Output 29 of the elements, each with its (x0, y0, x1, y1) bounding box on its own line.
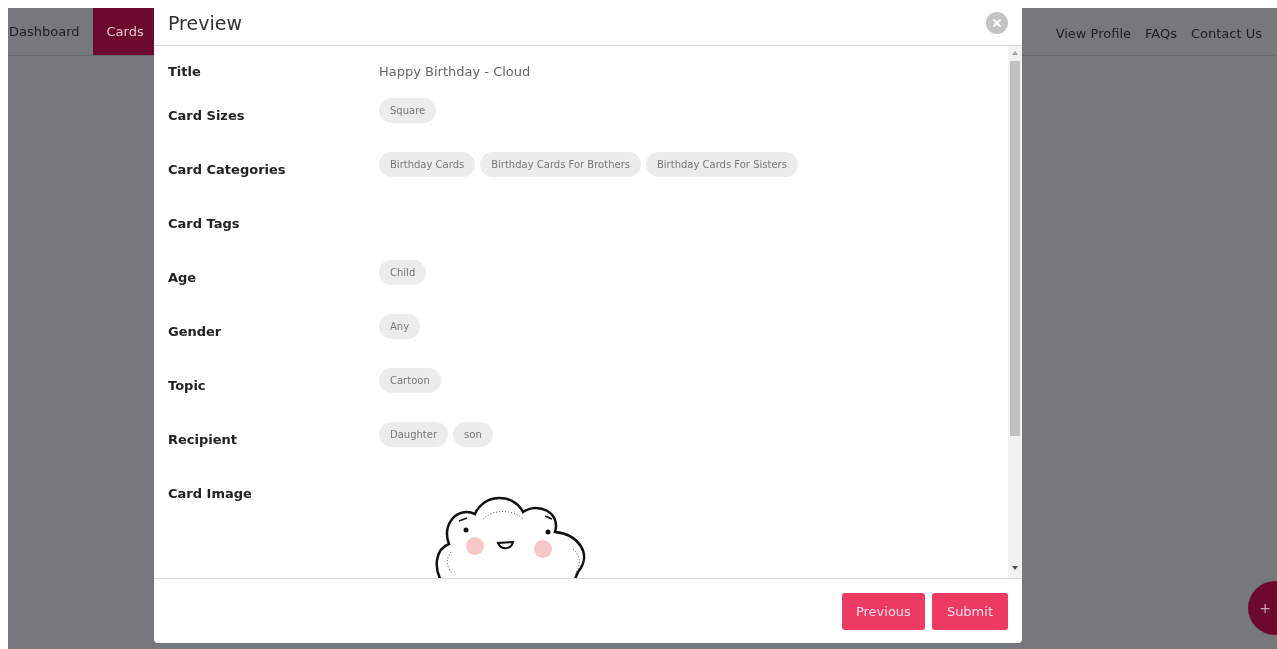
field-label: Card Categories (168, 161, 287, 177)
field-label: Card Sizes (168, 107, 246, 123)
field-value: Happy Birthday - Cloud (379, 63, 531, 79)
nav-link[interactable]: Dashboard (8, 8, 93, 55)
tag-chip: Daughter (379, 422, 449, 447)
tag-chip: Birthday Cards For Sisters (645, 152, 798, 177)
tag-chip: son (453, 422, 493, 447)
field-label: Topic (168, 377, 207, 393)
field-label: Gender (168, 323, 223, 339)
dialog-button[interactable]: Submit (931, 592, 1008, 630)
tag-chip: Cartoon (379, 368, 441, 393)
close-icon[interactable] (986, 11, 1008, 34)
add-button[interactable]: + (1248, 581, 1277, 635)
nav-link[interactable]: View Profile (1048, 8, 1139, 55)
nav-link[interactable]: FAQs (1138, 8, 1184, 55)
tag-chip: Child (379, 260, 427, 285)
field-label: Card Image (168, 485, 253, 501)
dialog-title: Preview (168, 11, 242, 34)
tag-chip: Birthday Cards For Brothers (480, 152, 641, 177)
tag-chip: Birthday Cards (379, 152, 476, 177)
field-label: Title (168, 63, 202, 79)
field-label: Age (168, 269, 198, 285)
dialog-button[interactable]: Previous (841, 592, 925, 630)
field-label: Card Tags (168, 215, 241, 231)
tag-chip: Any (379, 314, 421, 339)
scrollbar[interactable] (1008, 46, 1022, 578)
tag-chip: Square (379, 98, 437, 123)
field-label: Recipient (168, 431, 239, 447)
nav-link[interactable]: Contact Us (1184, 8, 1269, 55)
